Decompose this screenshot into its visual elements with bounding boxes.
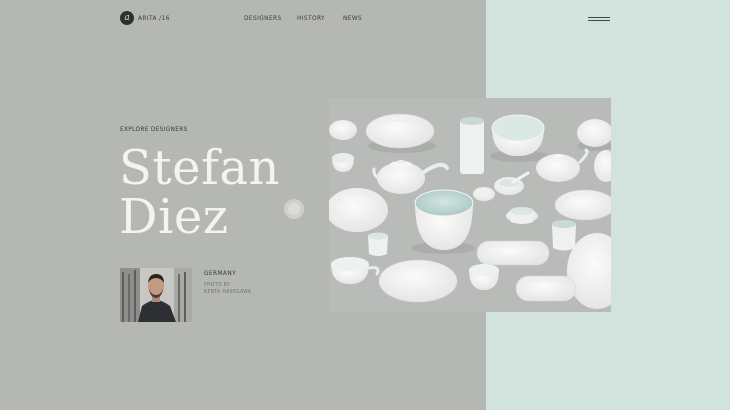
designer-first-name: Stefan — [119, 140, 280, 196]
nav-news[interactable]: NEWS — [343, 14, 362, 22]
porcelain-collection-photo — [329, 98, 611, 312]
designer-country: GERMANY — [204, 269, 237, 277]
designer-last-name: Diez — [119, 189, 229, 245]
nav-designers[interactable]: DESIGNERS — [244, 14, 282, 22]
photo-credit-label: PHOTO BY — [204, 282, 231, 288]
photo-credit-name: KENTA HASEGAWA — [204, 289, 252, 295]
scroll-indicator-button[interactable] — [284, 199, 304, 219]
logo-mark-icon: a — [120, 11, 134, 25]
designer-portrait — [120, 268, 192, 322]
brand-logo[interactable]: a ARITA /16 — [120, 11, 170, 25]
nav-history[interactable]: HISTORY — [297, 14, 325, 22]
section-eyebrow: EXPLORE DESIGNERS — [120, 125, 188, 133]
brand-name: ARITA /16 — [138, 14, 170, 22]
hamburger-menu-icon[interactable] — [588, 16, 610, 22]
